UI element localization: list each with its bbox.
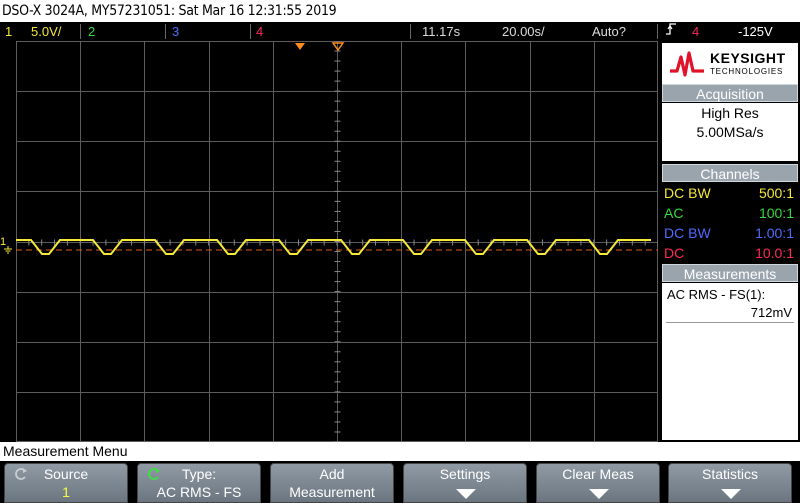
channels-header[interactable]: Channels [662,164,798,182]
ch2-coupling: AC [664,205,684,221]
settings-softkey[interactable]: Settings [403,463,527,503]
window-title: DSO-X 3024A, MY57231051: Sat Mar 16 12:3… [0,0,800,22]
channels-panel: DC BW 500:1 AC 100:1 DC BW 1.00:1 DC 10.… [662,183,798,263]
channel-row-4[interactable]: DC 10.0:1 [662,243,798,263]
measurements-header[interactable]: Measurements [662,264,798,282]
time-scale[interactable]: 20.00s/ [502,22,545,41]
ground-icon [4,246,12,254]
submenu-arrow-icon [589,489,609,499]
keysight-logo: KEYSIGHT TECHNOLOGIES [662,43,798,85]
ch3-probe: 1.00:1 [755,225,794,241]
acq-mode: High Res [701,105,759,121]
measurement-label: Measurement [289,484,375,500]
meas-value: 712mV [750,305,792,320]
ch1-coupling: DC BW [664,185,711,201]
channel-row-3[interactable]: DC BW 1.00:1 [662,223,798,243]
clear-meas-softkey[interactable]: Clear Meas [536,463,660,503]
statistics-label: Statistics [701,466,758,482]
submenu-arrow-icon [456,489,476,499]
status-bar: 1 5.0V/ 2 3 4 11.17s 20.00s/ Auto? 4 -12… [0,22,800,41]
clear-meas-label: Clear Meas [562,466,634,482]
ch1-probe: 500:1 [758,185,794,201]
ch4-probe: 10.0:1 [755,245,794,261]
source-softkey[interactable]: Source 1 [4,463,128,503]
acquisition-panel: High Res 5.00MSa/s [662,103,798,161]
channel-row-1[interactable]: DC BW 500:1 [662,183,798,203]
source-value: 1 [62,484,70,500]
ch2-number[interactable]: 2 [88,22,95,41]
ch3-coupling: DC BW [664,225,711,241]
add-measurement-softkey[interactable]: Add Measurement [270,463,394,503]
add-label: Add [319,466,345,482]
ch4-coupling: DC [664,245,685,261]
waveform-graticule [15,40,659,443]
type-label: Type: [181,466,217,482]
ch1-number[interactable]: 1 [5,22,12,41]
trigger-source[interactable]: 4 [692,22,699,41]
ch3-number[interactable]: 3 [172,22,179,41]
meas-divider [666,322,794,323]
ch1-scale[interactable]: 5.0V/ [31,22,61,41]
brand-name: KEYSIGHT [710,50,786,66]
ch2-probe: 100:1 [758,205,794,221]
measurements-panel: AC RMS - FS(1): 712mV [662,283,798,440]
waveform-display[interactable] [15,40,659,443]
keysight-wave-icon [670,51,704,77]
menu-title: Measurement Menu [0,442,800,461]
type-softkey[interactable]: Type: AC RMS - FS [137,463,261,503]
info-sidebar: KEYSIGHT TECHNOLOGIES Acquisition High R… [660,41,800,442]
trigger-edge-icon [665,22,677,41]
acquisition-header[interactable]: Acquisition [662,84,798,102]
trigger-position-marker [295,43,305,50]
type-value: AC RMS - FS [156,484,242,500]
settings-label: Settings [439,466,491,482]
trigger-mode[interactable]: Auto? [592,22,626,41]
meas-label: AC RMS - FS(1): [667,287,766,302]
source-label: Source [43,466,89,482]
trigger-level[interactable]: -125V [738,22,773,41]
softkey-menu: Measurement Menu Source 1 Type: AC RMS -… [0,442,800,503]
time-delay[interactable]: 11.17s [422,22,460,41]
acq-rate: 5.00MSa/s [696,124,764,140]
ch4-number[interactable]: 4 [256,22,263,41]
statistics-softkey[interactable]: Statistics [668,463,792,503]
brand-sub: TECHNOLOGIES [710,67,784,76]
channel-row-2[interactable]: AC 100:1 [662,203,798,223]
submenu-arrow-icon [721,489,741,499]
